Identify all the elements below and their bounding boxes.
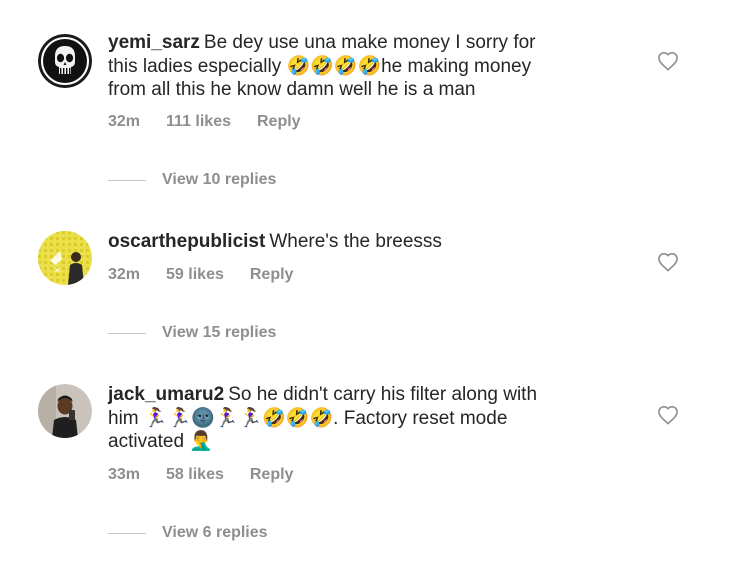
comment-likes[interactable]: 58 likes bbox=[166, 466, 224, 484]
comment-text: oscarthepublicist Where's the breesss bbox=[108, 230, 628, 254]
comment-likes[interactable]: 111 likes bbox=[166, 113, 231, 131]
replies-divider bbox=[108, 179, 146, 181]
comment-username[interactable]: oscarthepublicist bbox=[108, 231, 265, 252]
reply-button[interactable]: Reply bbox=[257, 113, 301, 131]
comment-text: jack_umaru2 So he didn't carry his filter… bbox=[108, 383, 628, 454]
svg-text:✕: ✕ bbox=[54, 266, 61, 275]
comment-time: 33m bbox=[108, 466, 141, 483]
replies-divider bbox=[108, 332, 146, 334]
view-replies-button[interactable]: View 10 replies bbox=[108, 171, 276, 189]
comment-text-line: So he didn't carry his filter along with bbox=[228, 384, 538, 405]
user-photo-avatar-icon: ✕ bbox=[38, 231, 92, 285]
view-replies-label[interactable]: View 10 replies bbox=[162, 171, 276, 189]
comment-text-line: activated 🤦‍♂️ bbox=[108, 431, 213, 452]
avatar[interactable] bbox=[38, 384, 92, 438]
comment-time: 32m bbox=[108, 266, 141, 283]
comment-text-line: from all this he know damn well he is a … bbox=[108, 79, 476, 100]
comment-text-line: Where's the breesss bbox=[269, 231, 442, 252]
reply-button[interactable]: Reply bbox=[250, 466, 294, 484]
comment-username[interactable]: jack_umaru2 bbox=[108, 384, 224, 405]
comment-meta: 32m 111 likes Reply bbox=[108, 113, 301, 131]
avatar[interactable] bbox=[38, 34, 92, 88]
heart-outline-icon[interactable] bbox=[657, 51, 679, 71]
comment-text-line: Be dey use una make money I sorry for bbox=[203, 32, 536, 53]
comment-likes[interactable]: 59 likes bbox=[166, 266, 224, 284]
view-replies-label[interactable]: View 15 replies bbox=[162, 324, 276, 342]
reply-button[interactable]: Reply bbox=[250, 266, 294, 284]
heart-outline-icon[interactable] bbox=[657, 405, 679, 425]
comment-text-line: him 🏃‍♀️🏃‍♀️🌚🏃‍♀️🏃‍♀️🤣🤣🤣. Factory reset … bbox=[108, 407, 508, 429]
comment-meta: 33m 58 likes Reply bbox=[108, 466, 293, 484]
comment-meta: 32m 59 likes Reply bbox=[108, 266, 293, 284]
comment-time: 32m bbox=[108, 113, 141, 130]
avatar[interactable]: ✕ bbox=[38, 231, 92, 285]
comment-text-line: this ladies especially 🤣🤣🤣🤣he making mon… bbox=[108, 55, 532, 77]
comment-text: yemi_sarz Be dey use una make money I sor… bbox=[108, 31, 628, 102]
view-replies-label[interactable]: View 6 replies bbox=[162, 524, 268, 542]
user-photo-avatar-icon bbox=[38, 384, 92, 438]
punisher-skull-avatar-icon bbox=[38, 34, 92, 88]
replies-divider bbox=[108, 532, 146, 534]
heart-outline-icon[interactable] bbox=[657, 252, 679, 272]
view-replies-button[interactable]: View 15 replies bbox=[108, 324, 276, 342]
view-replies-button[interactable]: View 6 replies bbox=[108, 524, 268, 542]
comment-username[interactable]: yemi_sarz bbox=[108, 32, 200, 53]
